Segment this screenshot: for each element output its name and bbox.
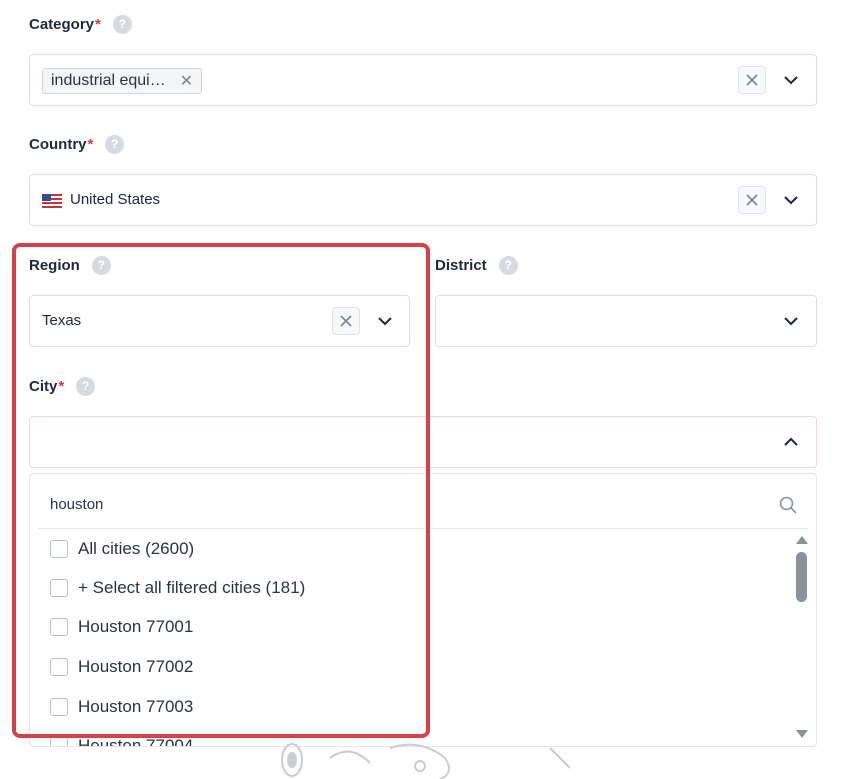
option-label: Houston 77001 <box>78 617 194 636</box>
district-label: District ? <box>435 255 518 275</box>
district-label-text: District <box>435 256 487 274</box>
list-item[interactable]: All cities (2600) <box>50 537 194 561</box>
checkbox[interactable] <box>50 618 68 636</box>
city-select[interactable] <box>29 416 817 468</box>
list-item[interactable]: Houston 77004 <box>50 734 194 747</box>
checkbox[interactable] <box>50 737 68 746</box>
clear-button[interactable] <box>738 66 766 94</box>
option-label: Houston 77003 <box>78 697 194 716</box>
chevron-down-icon[interactable] <box>781 190 801 210</box>
scroll-thumb[interactable] <box>796 552 807 602</box>
required-mark: * <box>58 377 65 395</box>
region-value: Texas <box>42 312 82 329</box>
list-item[interactable]: Houston 77003 <box>50 695 193 719</box>
help-icon[interactable]: ? <box>76 376 96 396</box>
region-select[interactable]: Texas <box>29 295 410 347</box>
checkbox[interactable] <box>50 658 68 676</box>
option-label: Houston 77004 <box>78 736 194 747</box>
close-icon <box>340 315 352 327</box>
country-label-text: Country <box>29 135 87 153</box>
mascot-illustration <box>281 743 571 779</box>
list-item[interactable]: Houston 77001 <box>50 615 193 639</box>
country-select[interactable]: United States <box>29 174 817 226</box>
help-icon[interactable]: ? <box>112 14 132 34</box>
checkbox[interactable] <box>50 540 68 558</box>
country-value: United States <box>70 191 161 208</box>
search-icon[interactable] <box>778 495 798 515</box>
city-search-input[interactable] <box>50 496 730 513</box>
category-label-text: Category <box>29 15 95 33</box>
help-icon[interactable]: ? <box>498 255 518 275</box>
chip-remove-icon[interactable]: ✕ <box>180 71 193 91</box>
city-label-text: City <box>29 377 58 395</box>
city-dropdown: All cities (2600) + Select all filtered … <box>29 473 817 747</box>
category-select[interactable]: industrial equi… ✕ <box>29 54 817 106</box>
chevron-up-icon[interactable] <box>781 432 801 452</box>
selected-chip: industrial equi… ✕ <box>42 68 203 94</box>
city-search-row <box>38 482 808 529</box>
category-label: Category * ? <box>29 14 132 34</box>
help-icon[interactable]: ? <box>105 134 125 154</box>
country-label: Country * ? <box>29 134 125 154</box>
checkbox[interactable] <box>50 698 68 716</box>
region-label: Region ? <box>29 255 111 275</box>
us-flag-icon <box>42 194 62 208</box>
close-icon <box>746 74 758 86</box>
close-icon <box>746 194 758 206</box>
list-item[interactable]: + Select all filtered cities (181) <box>50 576 305 600</box>
scroll-down-icon[interactable] <box>796 730 808 738</box>
scrollbar[interactable] <box>794 534 808 740</box>
option-label: All cities (2600) <box>78 539 195 558</box>
region-label-text: Region <box>29 256 80 274</box>
scroll-up-icon[interactable] <box>796 536 808 544</box>
clear-button[interactable] <box>332 307 360 335</box>
chevron-down-icon[interactable] <box>375 311 395 331</box>
option-label: Houston 77002 <box>78 657 194 676</box>
checkbox[interactable] <box>50 579 68 597</box>
clear-button[interactable] <box>738 186 766 214</box>
required-mark: * <box>87 135 94 153</box>
list-item[interactable]: Houston 77002 <box>50 655 193 679</box>
chip-label: industrial equi… <box>51 72 166 89</box>
help-icon[interactable]: ? <box>91 255 111 275</box>
chevron-down-icon[interactable] <box>781 70 801 90</box>
city-label: City * ? <box>29 376 96 396</box>
chevron-down-icon[interactable] <box>781 311 801 331</box>
option-label: + Select all filtered cities (181) <box>78 578 306 597</box>
required-mark: * <box>95 15 101 33</box>
district-select[interactable] <box>435 295 817 347</box>
